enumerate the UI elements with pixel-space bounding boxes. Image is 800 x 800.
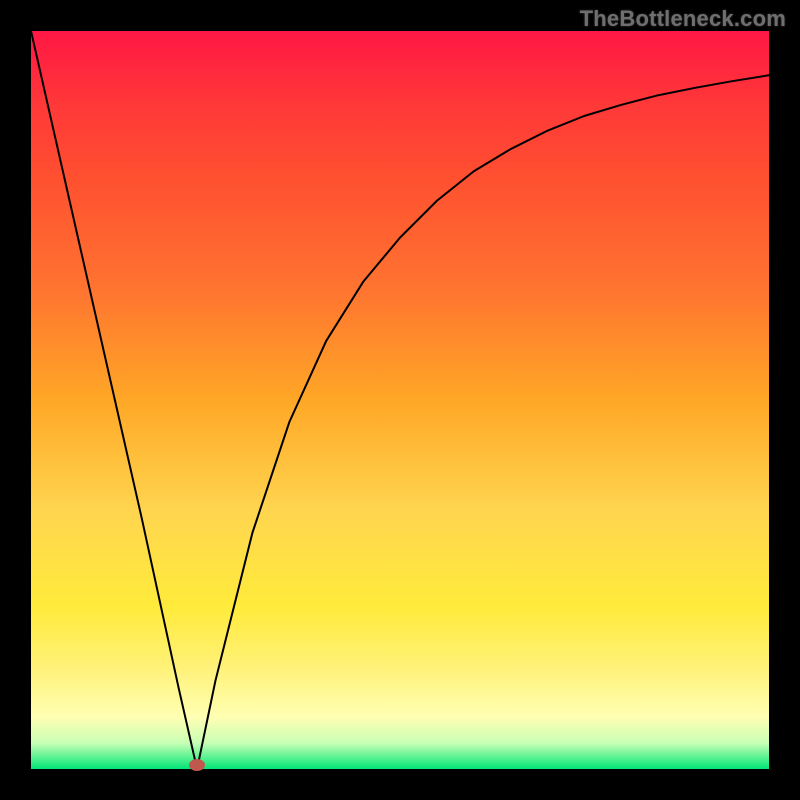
chart-frame: TheBottleneck.com (0, 0, 800, 800)
curve-layer (31, 31, 769, 769)
watermark-text: TheBottleneck.com (580, 6, 786, 32)
optimal-point-marker (189, 759, 205, 771)
plot-area (31, 31, 769, 769)
bottleneck-curve-path (31, 31, 769, 769)
